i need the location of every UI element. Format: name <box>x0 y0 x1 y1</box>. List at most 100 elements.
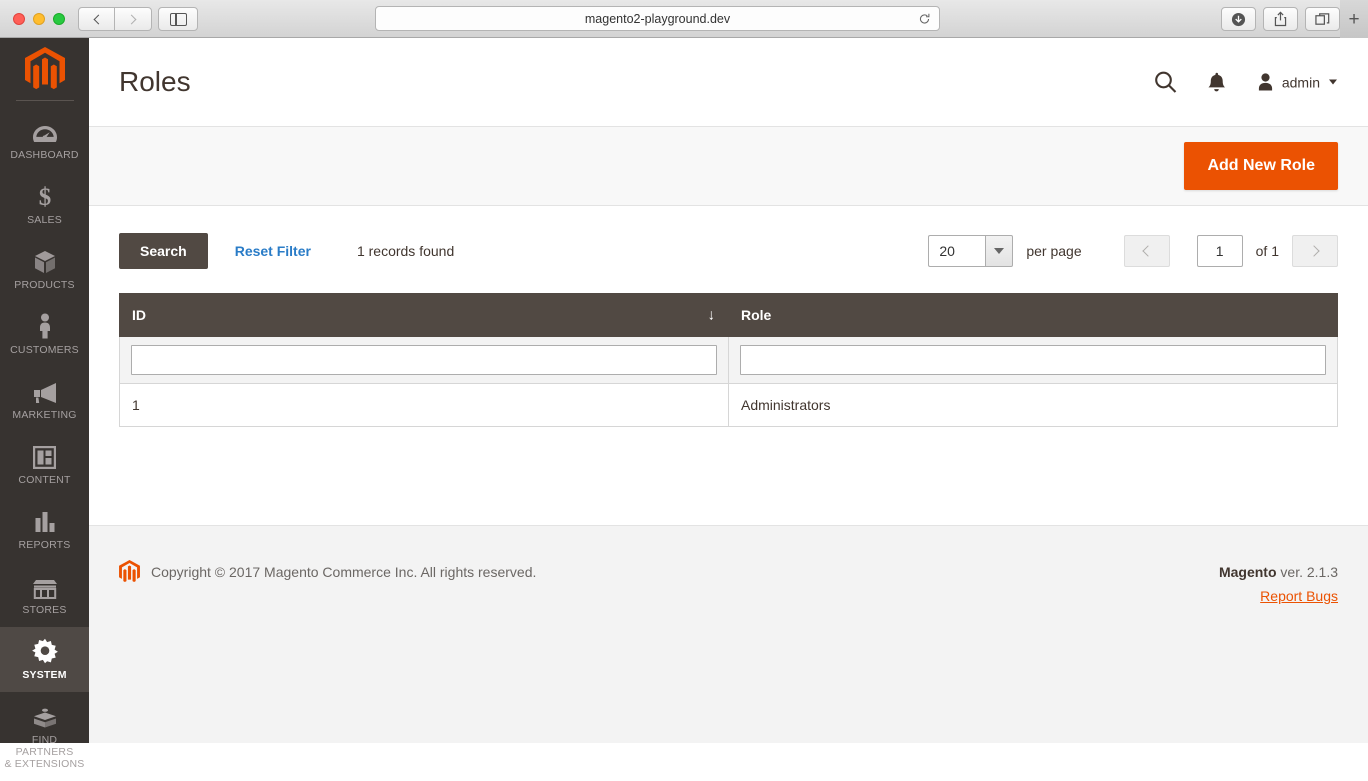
url-text: magento2-playground.dev <box>584 11 731 26</box>
sidebar-item-products[interactable]: PRODUCTS <box>0 237 89 302</box>
back-button[interactable] <box>78 7 115 31</box>
column-header-role[interactable]: Role <box>728 293 1338 337</box>
page-actions-bar: Add New Role <box>89 126 1368 206</box>
close-window-button[interactable] <box>13 13 25 25</box>
browser-navigation-buttons <box>78 7 152 31</box>
browser-sidebar-toggle-button[interactable] <box>158 7 198 31</box>
sidebar-item-label-line1: FIND PARTNERS <box>15 734 74 758</box>
table-row[interactable]: 1 Administrators <box>119 383 1338 427</box>
chevron-right-icon <box>1307 245 1320 257</box>
sidebar-item-label: CONTENT <box>18 474 71 486</box>
sidebar-item-marketing[interactable]: MARKETING <box>0 367 89 432</box>
chevron-right-icon <box>126 14 137 24</box>
page-title: Roles <box>119 66 191 97</box>
previous-page-button[interactable] <box>1123 235 1170 267</box>
window-traffic-lights <box>13 13 65 25</box>
dashboard-gauge-icon <box>32 118 58 144</box>
column-header-label: Role <box>741 307 772 323</box>
sidebar-item-label: CUSTOMERS <box>10 344 79 356</box>
search-button[interactable]: Search <box>119 233 208 269</box>
next-page-button[interactable] <box>1292 235 1338 267</box>
records-found-text: 1 records found <box>356 243 455 259</box>
bar-chart-icon <box>34 508 56 534</box>
minimize-window-button[interactable] <box>33 13 45 25</box>
column-header-id[interactable]: ID ↓ <box>119 293 729 337</box>
sidebar-item-label: PRODUCTS <box>14 279 75 291</box>
roles-grid-table: ID ↓ Role 1 Administrators <box>119 293 1338 427</box>
current-page-input[interactable] <box>1196 235 1243 267</box>
page-count-label: of 1 <box>1255 243 1279 259</box>
chevron-left-icon <box>93 14 103 24</box>
page-footer: Copyright © 2017 Magento Commerce Inc. A… <box>89 525 1368 743</box>
reload-icon[interactable] <box>918 12 931 25</box>
version-number: ver. 2.1.3 <box>1276 564 1338 580</box>
reset-filter-link[interactable]: Reset Filter <box>235 243 311 259</box>
sort-descending-icon: ↓ <box>707 306 716 324</box>
per-page-select[interactable]: 20 <box>928 235 1014 267</box>
search-icon[interactable] <box>1154 71 1177 94</box>
admin-user-menu[interactable]: admin <box>1256 73 1337 92</box>
grid-pager: 20 per page of 1 <box>928 232 1338 270</box>
header-tools: admin <box>1154 71 1337 94</box>
megaphone-icon <box>32 378 58 404</box>
chevron-left-icon <box>1142 245 1154 257</box>
forward-button[interactable] <box>115 7 152 31</box>
magento-logo-link[interactable] <box>0 38 89 100</box>
column-header-label: ID <box>132 307 146 323</box>
downloads-button[interactable] <box>1221 7 1256 31</box>
per-page-dropdown-button[interactable] <box>985 235 1014 267</box>
layout-icon <box>33 443 56 469</box>
sidebar-toggle-icon <box>169 12 187 26</box>
grid-table-head: ID ↓ Role <box>119 293 1338 384</box>
maximize-window-button[interactable] <box>53 13 65 25</box>
gear-icon <box>31 638 58 664</box>
footer-version-block: Magento ver. 2.1.3 Report Bugs <box>1219 560 1338 609</box>
new-tab-button[interactable]: + <box>1340 0 1368 38</box>
grid-toolbar: Search Reset Filter 1 records found 20 p… <box>119 232 1338 270</box>
user-avatar-icon <box>1258 73 1272 91</box>
svg-text:$: $ <box>38 184 51 209</box>
add-new-role-button[interactable]: Add New Role <box>1184 142 1338 190</box>
report-bugs-link[interactable]: Report Bugs <box>1260 588 1338 604</box>
bell-icon[interactable] <box>1207 71 1226 93</box>
show-tabs-icon <box>1315 12 1330 25</box>
sidebar-item-label-line2: & EXTENSIONS <box>4 758 85 770</box>
sidebar-item-system[interactable]: SYSTEM <box>0 627 89 692</box>
sidebar-item-find-partners-extensions[interactable]: FIND PARTNERS & EXTENSIONS <box>0 692 89 781</box>
share-icon <box>1274 11 1287 27</box>
show-tabs-button[interactable] <box>1305 7 1340 31</box>
browser-right-buttons <box>1221 7 1340 31</box>
cell-role[interactable]: Administrators <box>728 383 1338 427</box>
sidebar-item-label: REPORTS <box>18 539 71 551</box>
filter-input-role[interactable] <box>740 345 1326 375</box>
cell-id[interactable]: 1 <box>119 383 729 427</box>
admin-user-label: admin <box>1281 74 1320 90</box>
sidebar-item-dashboard[interactable]: DASHBOARD <box>0 107 89 172</box>
storefront-icon <box>32 573 58 599</box>
grid-table-body: 1 Administrators <box>119 383 1338 427</box>
filter-input-id[interactable] <box>131 345 717 375</box>
sidebar-item-content[interactable]: CONTENT <box>0 432 89 497</box>
copyright-block: Copyright © 2017 Magento Commerce Inc. A… <box>119 560 536 583</box>
share-button[interactable] <box>1263 7 1298 31</box>
chevron-down-icon <box>1329 79 1337 85</box>
box-icon <box>33 248 57 274</box>
address-bar[interactable]: magento2-playground.dev <box>375 6 940 31</box>
version-line: Magento ver. 2.1.3 <box>1219 560 1338 584</box>
sidebar-item-stores[interactable]: STORES <box>0 562 89 627</box>
person-icon <box>37 313 53 339</box>
grid-filter-row <box>119 336 1338 384</box>
admin-sidebar: DASHBOARD $ SALES PRODUCTS CUSTOMERS MAR… <box>0 38 89 770</box>
per-page-label: per page <box>1026 243 1082 259</box>
filter-cell-id <box>119 336 729 384</box>
sidebar-item-customers[interactable]: CUSTOMERS <box>0 302 89 367</box>
sidebar-item-label: DASHBOARD <box>10 149 79 161</box>
sidebar-item-sales[interactable]: $ SALES <box>0 172 89 237</box>
browser-toolbar: magento2-playground.dev + <box>0 0 1368 38</box>
grid-header-row: ID ↓ Role <box>119 293 1338 337</box>
grid-area: Search Reset Filter 1 records found 20 p… <box>89 206 1368 427</box>
footer-inner: Copyright © 2017 Magento Commerce Inc. A… <box>119 560 1338 609</box>
chevron-down-icon <box>994 248 1005 254</box>
sidebar-item-label: SALES <box>27 214 62 226</box>
sidebar-item-reports[interactable]: REPORTS <box>0 497 89 562</box>
